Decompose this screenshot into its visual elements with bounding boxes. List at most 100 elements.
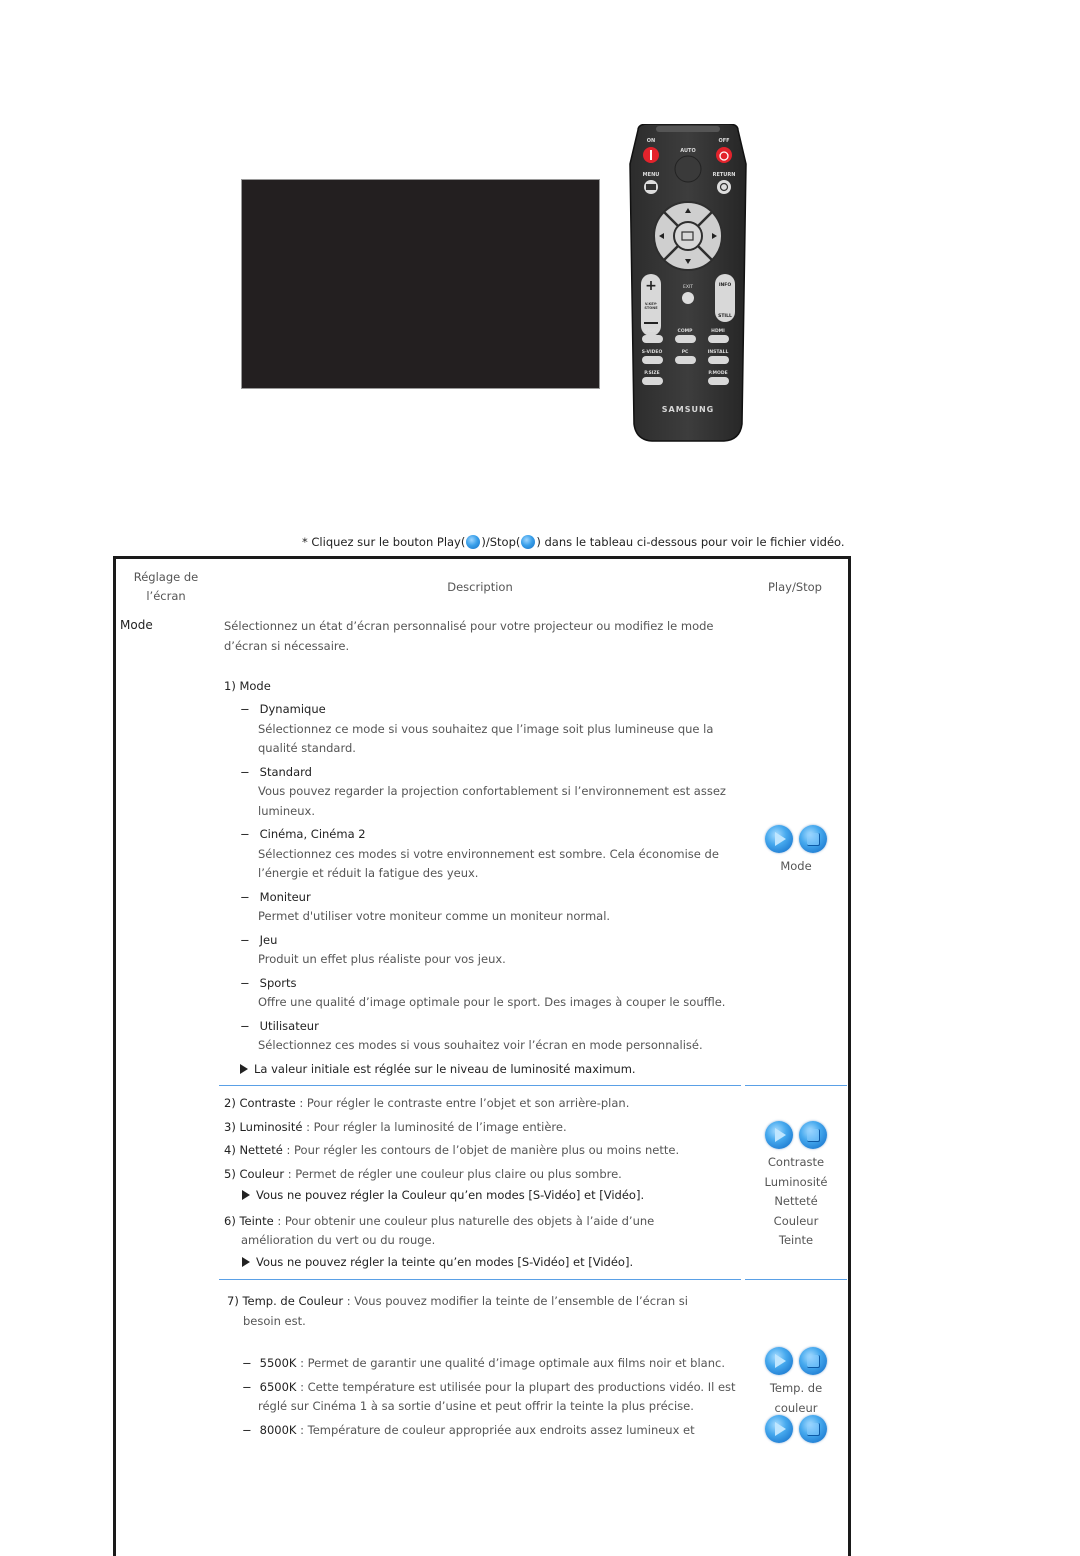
section-color-temp: 7) Temp. de Couleur : Vous pouvez modifi… [227,1292,742,1331]
play-stop-mode: Mode [751,825,841,877]
column-header-description: Description [447,580,513,594]
play-stop-hint: * Cliquez sur le bouton Play( )/Stop( ) … [302,535,845,549]
mode-desc: Produit un effet plus réaliste pour vos … [258,952,506,966]
play-button-color-temp[interactable] [765,1347,793,1375]
item-text: : Pour obtenir une couleur plus naturell… [273,1213,655,1228]
play-label: Teinte [778,1233,814,1247]
play-label: Contraste [767,1155,825,1169]
play-stop-color-temp: Temp. de couleur [751,1347,841,1418]
mode-name: Moniteur [259,889,311,904]
item-text: : Température de couleur appropriée aux … [296,1422,695,1437]
stop-button-picture[interactable] [799,1121,827,1149]
item-term: 7) Temp. de Couleur [227,1294,344,1308]
note-teinte: Vous ne pouvez régler la teinte qu’en mo… [224,1253,744,1273]
mode-desc: Offre une qualité d’image optimale pour … [258,995,726,1009]
play-button-picture[interactable] [765,1121,793,1149]
mode-desc: Sélectionnez ces modes si votre environn… [258,846,719,861]
mode-name: Sports [259,975,297,990]
item-text: : Pour régler le contraste entre l’objet… [295,1096,630,1110]
svg-text:AUTO: AUTO [680,148,695,154]
svg-text:MENU: MENU [643,172,660,178]
svg-text:STONE: STONE [644,306,658,310]
mode-item-sports: − Sports Offre une qualité d’image optima… [240,974,740,1013]
mode-desc: Vous pouvez regarder la projection confo… [258,784,726,798]
play-label: Couleur [773,1213,819,1228]
item-term: 6) Teinte [224,1213,274,1228]
item-text: : Permet de régler une couleur plus clai… [284,1166,622,1181]
arrow-right-icon [242,1256,250,1267]
note-text: Vous ne pouvez régler la teinte qu’en mo… [256,1254,634,1269]
svg-text:COMP: COMP [678,328,694,334]
mode-desc: l’énergie et réduit la fatigue des yeux. [258,866,479,880]
stop-button-color-temp-2[interactable] [799,1415,827,1443]
mode-name: Cinéma, Cinéma 2 [259,827,366,841]
item-couleur: 5) Couleur : Permet de régler une couleu… [224,1165,744,1185]
play-label: Temp. de [769,1381,823,1395]
svg-text:SAMSUNG: SAMSUNG [662,405,714,414]
item-text: réglé sur Cinéma 1 à sa sortie d’usine e… [258,1399,694,1413]
item-contraste: 2) Contraste : Pour régler le contraste … [224,1094,744,1114]
mode-item-moniteur: − Moniteur Permet d'utiliser votre monite… [240,888,740,927]
mode-desc: lumineux. [258,803,315,818]
mode-item-standard: − Standard Vous pouvez regarder la projec… [240,763,740,822]
play-label: Mode [780,859,812,873]
note-text: La valeur initiale est réglée sur le niv… [254,1061,636,1076]
item-text: : Permet de garantir une qualité d’image… [296,1356,725,1370]
mode-name: Standard [259,764,312,779]
arrow-right-icon [240,1063,248,1074]
section-mode-title: 1) Mode [224,677,271,697]
hint-text-middle: )/Stop( [481,535,521,549]
svg-text:PC: PC [682,349,689,355]
column-header-play-stop: Play/Stop [767,580,822,594]
item-text: : Pour régler la luminosité de l’image e… [302,1119,567,1134]
play-button-mode[interactable] [765,825,793,853]
mode-name: Jeu [259,932,278,947]
item-text: amélioration du vert ou du rouge. [241,1233,436,1247]
temp-item-8000k: −8000K : Température de couleur appropri… [242,1422,695,1437]
svg-text:STILL: STILL [718,313,732,319]
svg-text:ON: ON [647,138,655,144]
svg-text:OFF: OFF [718,138,729,144]
play-label: Netteté [774,1194,818,1208]
play-icon [466,535,481,549]
hint-text-suffix: ) dans le tableau ci-dessous pour voir l… [536,535,845,549]
svg-text:INSTALL: INSTALL [708,349,729,355]
mode-desc: Sélectionnez ce mode si vous souhaitez q… [258,721,714,736]
mode-desc: qualité standard. [258,741,356,755]
note-couleur: Vous ne pouvez régler la Couleur qu’en m… [224,1186,744,1206]
color-temp-list: −5500K : Permet de garantir une qualité … [242,1354,742,1440]
mode-item-cinema: − Cinéma, Cinéma 2 Sélectionnez ces modes… [240,825,740,884]
mode-name: Dynamique [259,702,326,716]
svg-text:+: + [645,278,657,294]
svg-text:VIDEO: VIDEO [644,328,660,334]
mode-list: − Dynamique Sélectionnez ce mode si vous … [240,700,740,1079]
item-text: : Pour régler les contours de l’objet de… [282,1143,680,1157]
item-term: 3) Luminosité [224,1119,303,1134]
intro-line: d’écran si nécessaire. [224,638,350,653]
item-term: 5500K [259,1356,297,1370]
item-text: : Vous pouvez modifier la teinte de l’en… [343,1294,688,1308]
item-term: 4) Netteté [224,1143,283,1157]
item-term: 8000K [259,1422,297,1437]
svg-text:P.MODE: P.MODE [708,370,727,376]
mode-item-jeu: − Jeu Produit un effet plus réaliste pour… [240,931,740,970]
arrow-right-icon [242,1190,250,1200]
section-title: 1) Mode [224,679,271,693]
stop-button-mode[interactable] [799,825,827,853]
stop-button-color-temp[interactable] [799,1347,827,1375]
temp-item-5500k: −5500K : Permet de garantir une qualité … [242,1356,725,1370]
mode-item-dynamique: − Dynamique Sélectionnez ce mode si vous … [240,700,740,759]
mode-item-utilisateur: − Utilisateur Sélectionnez ces modes si v… [240,1017,740,1056]
separator [745,1085,847,1086]
video-preview-screen [241,179,600,389]
play-button-color-temp-2[interactable] [765,1415,793,1443]
note-initial-value: La valeur initiale est réglée sur le niv… [240,1060,740,1080]
item-term: 5) Couleur [224,1166,285,1181]
item-teinte: 6) Teinte : Pour obtenir une couleur plu… [224,1212,744,1232]
stop-icon [521,535,536,549]
hint-text-prefix: * Cliquez sur le bouton Play( [302,535,466,549]
note-text: Vous ne pouvez régler la Couleur qu’en m… [256,1188,645,1202]
play-stop-color-temp-2 [751,1415,841,1445]
temp-item-6500k: −6500K : Cette température est utilisée … [242,1379,736,1394]
intro-line: Sélectionnez un état d’écran personnalis… [224,619,714,633]
